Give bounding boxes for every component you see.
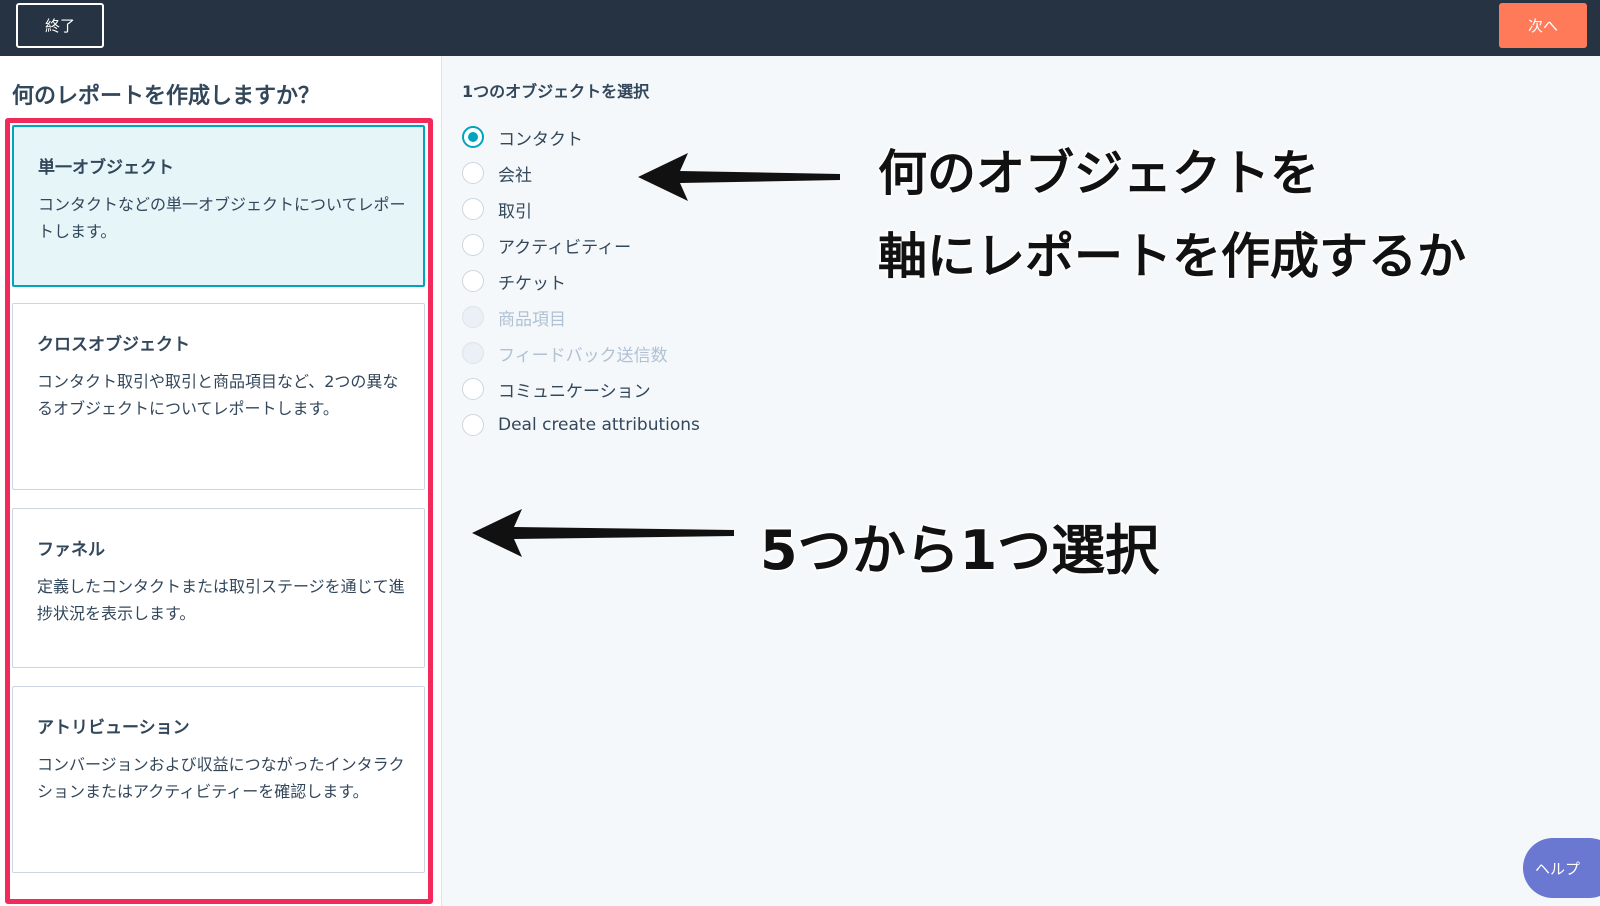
radio-label: アクティビティー (498, 237, 632, 258)
radio-label: 商品項目 (498, 309, 566, 330)
annotation-text: 軸にレポートを作成するか (878, 228, 1467, 285)
radio-option-deal[interactable]: 取引 (462, 194, 532, 224)
radio-label: フィードバック送信数 (498, 345, 668, 366)
radio-label: 取引 (498, 201, 532, 222)
sidebar-title: 何のレポートを作成しますか？ (12, 84, 321, 109)
object-section-label: 1つのオブジェクトを選択 (462, 82, 650, 101)
help-button[interactable]: ヘルプ (1523, 838, 1600, 898)
radio-label: チケット (498, 273, 566, 294)
annotation-text: 5つから1つ選択 (760, 519, 1160, 582)
radio-option-contact[interactable]: コンタクト (462, 122, 583, 152)
radio-button[interactable] (462, 198, 484, 220)
radio-option-communication[interactable]: コミュニケーション (462, 374, 651, 404)
radio-option-feedback-submissions: フィードバック送信数 (462, 338, 668, 368)
radio-button[interactable] (462, 378, 484, 400)
annotation-text: 何のオブジェクトを (878, 145, 1320, 202)
radio-label: コミュニケーション (498, 381, 651, 402)
radio-option-deal-create-attributions[interactable]: Deal create attributions (462, 410, 700, 440)
radio-button (462, 306, 484, 328)
top-navigation-bar: 終了 次へ (0, 0, 1600, 56)
arrow-left-icon (638, 153, 840, 201)
radio-button (462, 342, 484, 364)
radio-label: コンタクト (498, 129, 583, 150)
radio-button[interactable] (462, 126, 484, 148)
radio-button[interactable] (462, 270, 484, 292)
exit-button[interactable]: 終了 (16, 3, 104, 48)
radio-option-ticket[interactable]: チケット (462, 266, 566, 296)
radio-option-line-item: 商品項目 (462, 302, 566, 332)
radio-label: Deal create attributions (498, 415, 700, 435)
radio-label: 会社 (498, 165, 532, 186)
next-button[interactable]: 次へ (1499, 3, 1587, 48)
radio-button[interactable] (462, 234, 484, 256)
annotation-highlight-frame (5, 118, 433, 904)
radio-option-company[interactable]: 会社 (462, 158, 532, 188)
radio-button[interactable] (462, 162, 484, 184)
radio-option-activity[interactable]: アクティビティー (462, 230, 631, 260)
arrow-left-icon (472, 509, 734, 557)
radio-button[interactable] (462, 414, 484, 436)
report-type-sidebar: 何のレポートを作成しますか？ 単一オブジェクト コンタクトなどの単一オブジェクト… (0, 56, 442, 906)
